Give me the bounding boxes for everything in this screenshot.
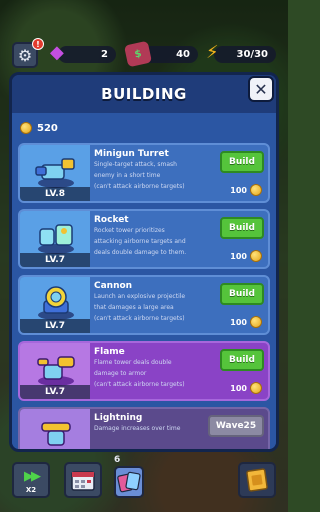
tower-name: Minigun Turret	[94, 149, 169, 159]
cards-button[interactable]	[114, 466, 144, 498]
tower-card-minigun[interactable]: LV.8 Minigun Turret Single-target attack…	[18, 143, 270, 203]
tower-info: Lightning Damage increases over time	[94, 413, 216, 434]
speed-label: X2	[25, 486, 37, 494]
tower-description-line: damage to armor	[94, 370, 147, 377]
tower-thumbnail: LV.8	[20, 145, 90, 201]
build-cost: 100	[230, 316, 262, 328]
rocket-tower-icon	[38, 224, 74, 254]
coin-icon	[250, 184, 262, 196]
tower-description-line: deals double damage to them.	[94, 249, 187, 256]
tower-description-line: (can't attack airborne targets)	[94, 183, 185, 190]
tower-info: Rocket Rocket tower prioritizes attackin…	[94, 215, 216, 258]
tower-description-line: enemy in a short time	[94, 172, 161, 179]
flame-tower-icon	[37, 356, 75, 386]
tower-name: Flame	[94, 347, 125, 357]
build-cost-value: 100	[230, 317, 247, 327]
tower-description-line: Damage increases over time	[94, 425, 181, 432]
coin-icon	[20, 122, 32, 134]
tower-description-line: Rocket tower prioritizes	[94, 227, 165, 234]
energy-value: 30/30	[236, 49, 268, 60]
cash-value: 40	[176, 49, 190, 60]
tower-thumbnail: LV.7	[20, 343, 90, 399]
tower-info: Minigun Turret Single-target attack, sma…	[94, 149, 216, 192]
tower-thumbnail	[20, 409, 90, 449]
build-button[interactable]: Build	[220, 349, 264, 371]
tower-list: 520 LV.8 Minigun Turret Single-target at…	[12, 113, 276, 449]
build-button[interactable]: Build	[220, 217, 264, 239]
coin-balance: 520	[20, 122, 58, 134]
calendar-button[interactable]	[64, 462, 102, 498]
build-button[interactable]: Build	[220, 283, 264, 305]
close-icon[interactable]: ✕	[248, 76, 274, 102]
tower-name: Cannon	[94, 281, 133, 291]
tower-level: LV.8	[20, 187, 90, 201]
cannon-tower-icon	[38, 286, 74, 320]
tower-thumbnail: LV.7	[20, 211, 90, 267]
gem-icon: ◆	[50, 42, 64, 63]
calendar-icon	[71, 471, 95, 491]
build-cost-value: 100	[230, 251, 247, 261]
wave-unlock-button[interactable]: Wave25	[208, 415, 264, 437]
tower-name: Lightning	[94, 413, 143, 423]
tower-description-line: that damages a large area	[94, 304, 174, 311]
tower-description-line: (can't attack airborne targets)	[94, 381, 185, 388]
tower-description-line: (can't attack airborne targets)	[94, 315, 185, 322]
coin-icon	[250, 316, 262, 328]
fast-forward-icon: ▶▶	[24, 468, 41, 484]
build-cost: 100	[230, 184, 262, 196]
cash-counter: $ 40	[123, 40, 198, 68]
cards-icon	[117, 471, 141, 493]
tower-description-line: Launch an explosive projectile	[94, 293, 186, 300]
ticket-button[interactable]	[238, 462, 276, 498]
tower-level: LV.7	[20, 253, 90, 267]
notification-badge: !	[32, 38, 44, 50]
tower-card-rocket[interactable]: LV.7 Rocket Rocket tower prioritizes att…	[18, 209, 270, 269]
panel-title: BUILDING	[12, 75, 276, 113]
tower-info: Cannon Launch an explosive projectile th…	[94, 281, 216, 324]
build-cost: 100	[230, 250, 262, 262]
tower-description-line: Flame tower deals double	[94, 359, 172, 366]
tower-description-line: attacking airborne targets and	[94, 238, 186, 245]
coin-balance-value: 520	[37, 122, 58, 134]
tower-card-flame[interactable]: LV.7 Flame Flame tower deals double dama…	[18, 341, 270, 401]
speed-x2-button[interactable]: ▶▶ X2	[12, 462, 50, 498]
lightning-icon: ⚡	[206, 42, 219, 63]
tower-thumbnail: LV.7	[20, 277, 90, 333]
gems-counter: ◆ 2	[50, 42, 116, 63]
cash-icon: $	[123, 40, 153, 68]
tower-card-lightning[interactable]: Lightning Damage increases over time Wav…	[18, 407, 270, 449]
tower-level: LV.7	[20, 385, 90, 399]
tower-level: LV.7	[20, 319, 90, 333]
building-panel: BUILDING ✕ 520 LV.8 Minigun Turret Singl…	[9, 72, 279, 452]
coin-icon	[250, 382, 262, 394]
cards-count: 6	[114, 455, 121, 465]
build-cost-value: 100	[230, 185, 247, 195]
tower-description-line: Single-target attack, smash	[94, 161, 177, 168]
gems-value: 2	[101, 49, 108, 60]
top-hud: ⚙ ! ◆ 2 $ 40 ⚡ 30/30	[0, 38, 288, 68]
coin-icon	[250, 250, 262, 262]
tower-card-cannon[interactable]: LV.7 Cannon Launch an explosive projecti…	[18, 275, 270, 335]
minigun-turret-icon	[35, 158, 75, 188]
lightning-tower-icon	[41, 422, 71, 446]
ticket-icon	[246, 468, 268, 492]
tower-info: Flame Flame tower deals double damage to…	[94, 347, 216, 390]
energy-counter: ⚡ 30/30	[206, 42, 276, 63]
build-cost: 100	[230, 382, 262, 394]
tower-name: Rocket	[94, 215, 129, 225]
build-cost-value: 100	[230, 383, 247, 393]
build-button[interactable]: Build	[220, 151, 264, 173]
